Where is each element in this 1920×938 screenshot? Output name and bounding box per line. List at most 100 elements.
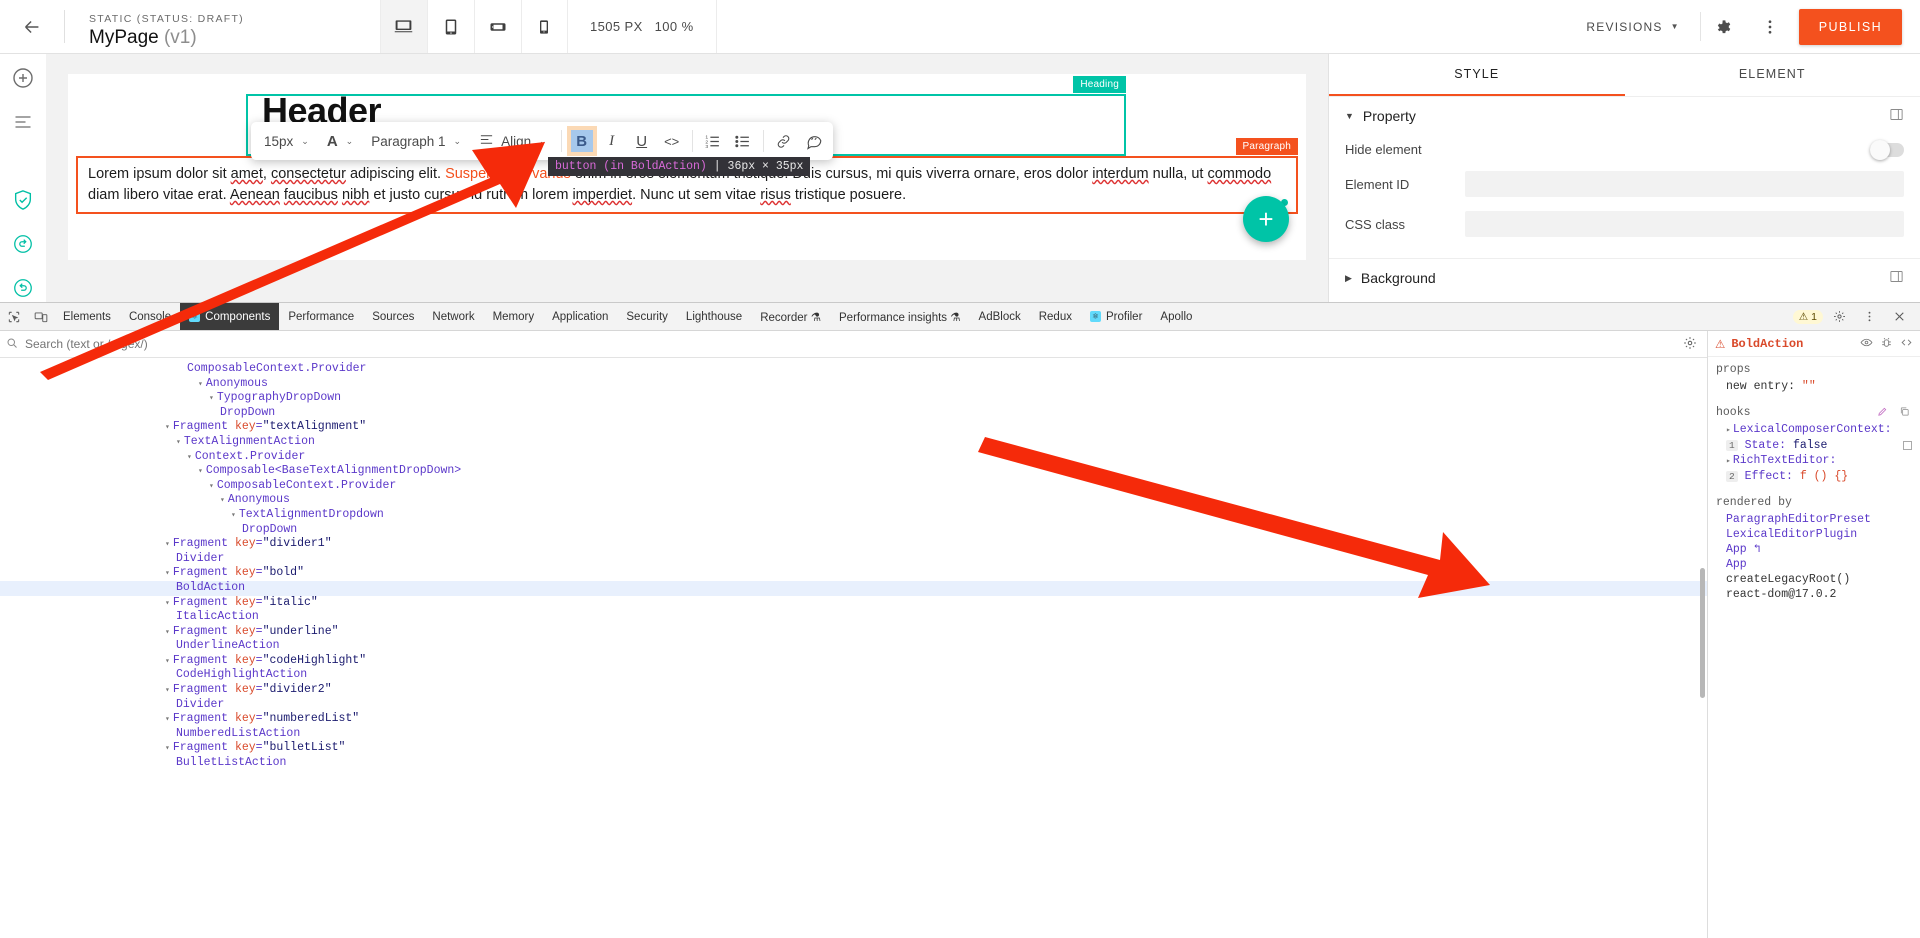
background-section-header[interactable]: ▶ Background [1329, 258, 1920, 297]
rendered-by-item[interactable]: LexicalEditorPlugin [1716, 527, 1912, 542]
pencil-icon[interactable] [1877, 408, 1895, 421]
property-section-header[interactable]: ▼ Property [1329, 96, 1920, 135]
devtools-tab-application[interactable]: Application [543, 303, 617, 330]
element-id-input[interactable] [1465, 171, 1904, 197]
tree-node[interactable]: UnderlineAction [0, 639, 1707, 654]
undo-icon[interactable] [8, 230, 38, 258]
tree-node[interactable]: ▾TextAlignmentDropdown [0, 508, 1707, 523]
tree-node[interactable]: BulletListAction [0, 756, 1707, 771]
chevron-down-icon[interactable]: ▾ [165, 686, 170, 695]
devtools-tab-performance[interactable]: Performance [279, 303, 363, 330]
numbered-list-button[interactable]: 1 2 3 [698, 126, 728, 156]
rendered-by-item[interactable]: ParagraphEditorPreset [1716, 512, 1912, 527]
components-search-input[interactable] [25, 337, 1676, 351]
chevron-right-icon[interactable]: ▸ [1726, 426, 1731, 435]
devtools-tab-elements[interactable]: Elements [54, 303, 120, 330]
devtools-tab-network[interactable]: Network [423, 303, 483, 330]
copy-icon[interactable] [1899, 408, 1910, 421]
tree-node[interactable]: ▾Fragment key="divider1" [0, 537, 1707, 552]
chevron-down-icon[interactable]: ▾ [165, 628, 170, 637]
paragraph-style-dropdown[interactable]: Paragraph 1 ⌄ [362, 126, 470, 156]
tree-node[interactable]: ▾Fragment key="numberedList" [0, 712, 1707, 727]
devtools-tab-console[interactable]: Console [120, 303, 180, 330]
devtools-tab-sources[interactable]: Sources [363, 303, 423, 330]
select-element-icon[interactable] [0, 303, 27, 330]
chevron-down-icon[interactable]: ▾ [209, 482, 214, 491]
tree-node[interactable]: DropDown [0, 523, 1707, 538]
warning-badge[interactable]: ⚠ 1 [1793, 310, 1823, 324]
devtools-tab-memory[interactable]: Memory [484, 303, 544, 330]
device-mobile-button[interactable] [521, 0, 568, 53]
hook-row[interactable]: ▸LexicalComposerContext: [1716, 422, 1912, 438]
validate-icon[interactable] [8, 186, 38, 214]
devtools-tab-performance-insights[interactable]: Performance insights ⚗ [830, 303, 970, 330]
css-class-input[interactable] [1465, 211, 1904, 237]
tree-node[interactable]: Divider [0, 698, 1707, 713]
eye-icon[interactable] [1860, 336, 1873, 352]
tree-node[interactable]: ▾TextAlignmentAction [0, 435, 1707, 450]
tab-style[interactable]: STYLE [1329, 54, 1625, 96]
tree-node[interactable]: ItalicAction [0, 610, 1707, 625]
panel-dock-icon[interactable] [1889, 107, 1904, 125]
chevron-down-icon[interactable]: ▾ [198, 467, 203, 476]
chevron-down-icon[interactable]: ▾ [165, 657, 170, 666]
code-button[interactable]: <> [657, 126, 687, 156]
rendered-by-item[interactable]: App ↰ [1716, 542, 1912, 557]
bullet-list-button[interactable] [728, 126, 758, 156]
rendered-by-item[interactable]: App [1716, 557, 1912, 572]
publish-button[interactable]: PUBLISH [1799, 9, 1902, 45]
font-color-dropdown[interactable]: A ⌄ [318, 126, 362, 156]
prop-value[interactable]: "" [1802, 380, 1816, 393]
more-options-button[interactable] [1747, 0, 1793, 53]
back-button[interactable] [0, 0, 64, 53]
tree-node[interactable]: ▾Fragment key="italic" [0, 596, 1707, 611]
tree-node[interactable]: ▾Fragment key="underline" [0, 625, 1707, 640]
components-tree[interactable]: ComposableContext.Provider▾Anonymous▾Typ… [0, 358, 1707, 938]
add-block-fab[interactable]: + [1243, 196, 1289, 242]
link-button[interactable] [769, 126, 799, 156]
tree-node[interactable]: ▾Fragment key="bold" [0, 566, 1707, 581]
devtools-close-icon[interactable] [1886, 310, 1913, 323]
comment-button[interactable] [799, 126, 829, 156]
add-element-icon[interactable] [8, 64, 38, 92]
chevron-down-icon[interactable]: ▾ [176, 438, 181, 447]
devtools-tab-adblock[interactable]: AdBlock [970, 303, 1030, 330]
chevron-down-icon[interactable]: ▾ [165, 423, 170, 432]
tree-node[interactable]: NumberedListAction [0, 727, 1707, 742]
devtools-tab-apollo[interactable]: Apollo [1151, 303, 1201, 330]
layers-icon[interactable] [8, 108, 38, 136]
devtools-tab-redux[interactable]: Redux [1030, 303, 1081, 330]
tree-node[interactable]: ▾Anonymous [0, 493, 1707, 508]
panel-dock-icon[interactable] [1889, 269, 1904, 287]
chevron-down-icon[interactable]: ▾ [165, 744, 170, 753]
italic-button[interactable]: I [597, 126, 627, 156]
devtools-tab-lighthouse[interactable]: Lighthouse [677, 303, 751, 330]
device-toolbar-icon[interactable] [27, 303, 54, 330]
tree-node[interactable]: ▾Fragment key="codeHighlight" [0, 654, 1707, 669]
components-settings-icon[interactable] [1683, 336, 1701, 353]
devtools-tab-profiler[interactable]: ⚛Profiler [1081, 303, 1151, 330]
devtools-tab-components[interactable]: ⚛Components [180, 303, 279, 330]
chevron-down-icon[interactable]: ▾ [231, 511, 236, 520]
hook-checkbox[interactable] [1903, 441, 1912, 450]
underline-button[interactable]: U [627, 126, 657, 156]
hook-row[interactable]: 1 State: false [1716, 438, 1912, 453]
tree-node[interactable]: ▾Anonymous [0, 377, 1707, 392]
device-tablet-landscape-button[interactable] [474, 0, 521, 53]
code-icon[interactable] [1900, 336, 1913, 352]
font-size-dropdown[interactable]: 15px ⌄ [255, 126, 318, 156]
chevron-down-icon[interactable]: ▾ [165, 715, 170, 724]
tree-node[interactable]: ▾Context.Provider [0, 450, 1707, 465]
tree-node[interactable]: ▾Fragment key="divider2" [0, 683, 1707, 698]
chevron-down-icon[interactable]: ▾ [220, 496, 225, 505]
chevron-down-icon[interactable]: ▾ [165, 599, 170, 608]
hook-row[interactable]: ▸RichTextEditor: [1716, 453, 1912, 469]
tree-node[interactable]: ▾Fragment key="textAlignment" [0, 420, 1707, 435]
revisions-dropdown[interactable]: REVISIONS ▼ [1566, 0, 1699, 53]
devtools-kebab-icon[interactable] [1856, 310, 1883, 323]
device-tablet-button[interactable] [427, 0, 474, 53]
tree-node[interactable]: ComposableContext.Provider [0, 362, 1707, 377]
bug-icon[interactable] [1880, 336, 1893, 352]
hide-element-toggle[interactable] [1870, 143, 1904, 157]
align-dropdown[interactable]: Align ⌄ [470, 126, 556, 156]
